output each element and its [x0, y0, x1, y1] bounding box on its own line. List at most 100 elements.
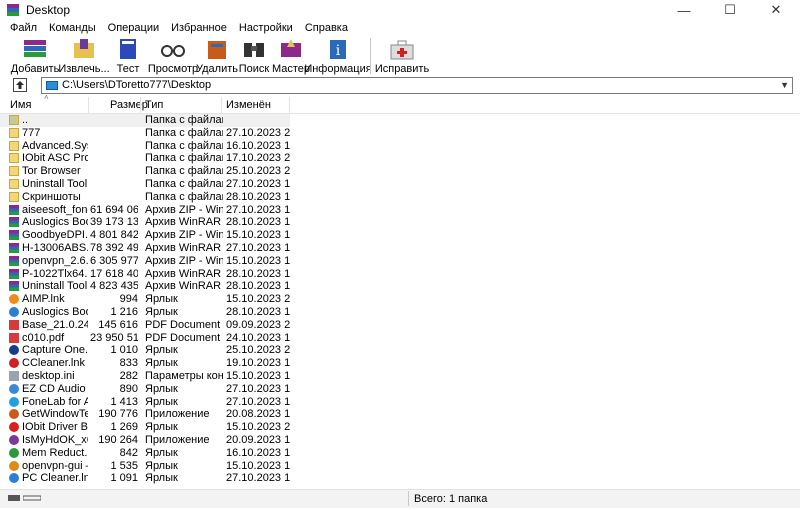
- file-type: Ярлык: [145, 472, 178, 485]
- file-size: 39 173 130: [90, 216, 138, 229]
- file-type: Параметры конф...: [145, 370, 223, 382]
- toolbar-label: Исправить: [374, 63, 430, 75]
- file-row[interactable]: FoneLab for An... 1 413 Ярлык 27.10.2023 19…: [0, 396, 290, 409]
- file-date: 28.10.2023 14:51: [226, 216, 290, 229]
- file-size: 1 413: [110, 395, 138, 408]
- file-date: 16.10.2023 11:21: [226, 139, 290, 152]
- toolbar-winrar-books-button[interactable]: Добавить: [0, 36, 60, 76]
- file-name: GoodbyeDPI.0.2....: [22, 229, 88, 242]
- file-row[interactable]: AIMP.lnk 994 Ярлык 15.10.2023 20:02: [0, 293, 290, 306]
- minimize-button[interactable]: —: [661, 0, 707, 20]
- file-row[interactable]: Uninstall Tool P... Папка с файлами27.10.…: [0, 178, 290, 191]
- file-row[interactable]: c010.pdf 23 950 518 PDF Document 24.10.2023…: [0, 332, 290, 345]
- file-row[interactable]: Capture One.lnk 1 010 Ярлык 25.10.2023 22:0…: [0, 344, 290, 357]
- column-size[interactable]: Размер: [110, 99, 148, 111]
- file-row[interactable]: Скриншоты Папка с файлами28.10.2023 17:19: [0, 191, 290, 204]
- menu-help[interactable]: Справка: [299, 20, 354, 36]
- file-size: 4 823 435: [90, 280, 138, 293]
- folder-icon: [9, 127, 19, 138]
- toolbar-info-button[interactable]: i Информация: [304, 36, 372, 76]
- rar-archive-icon: [9, 217, 19, 228]
- file-row[interactable]: 777 Папка с файлами27.10.2023 23:06: [0, 127, 290, 140]
- file-size: 1 535: [110, 459, 138, 472]
- file-row[interactable]: GoodbyeDPI.0.2....4 801 842 Архив ZIP - W…: [0, 229, 290, 242]
- driver-booster-icon: [9, 422, 19, 433]
- toolbar-repair-kit-button[interactable]: Исправить: [375, 36, 429, 76]
- file-row[interactable]: P-1022Tlx64.rar17 618 400 Архив WinRAR 28.…: [0, 268, 290, 281]
- close-button[interactable]: ✕: [753, 0, 799, 20]
- file-date: 09.09.2023 22:37: [226, 318, 290, 331]
- file-row[interactable]: desktop.ini 282 Параметры конф...15.10.202…: [0, 370, 290, 383]
- column-modified[interactable]: Изменён: [226, 99, 271, 111]
- toolbar-extract-folder-button[interactable]: Извлечь...: [58, 36, 110, 76]
- file-name: Auslogics Boost...: [22, 216, 88, 229]
- file-row[interactable]: openvpn-gui —... 1 535 Ярлык 15.10.2023 19:…: [0, 460, 290, 473]
- file-date: 15.10.2023 19:43: [226, 229, 290, 242]
- file-date: 20.09.2023 10:15: [226, 434, 290, 446]
- file-row[interactable]: Auslogics Boost... 1 216 Ярлык 28.10.2023 1…: [0, 306, 290, 319]
- file-row[interactable]: EZ CD Audio Co... 890 Ярлык 27.10.2023 12:1…: [0, 383, 290, 396]
- file-name: Base_21.0.24.pdf: [22, 318, 88, 331]
- file-type: Ярлык: [145, 357, 178, 370]
- file-type: Архив ZIP - WinRAR: [145, 203, 223, 216]
- toolbar-label: Удалить: [196, 63, 238, 75]
- toolbar-delete-book-button[interactable]: Удалить: [196, 36, 238, 76]
- file-row[interactable]: Mem Reduct.lnk 842 Ярлык 16.10.2023 10:11: [0, 447, 290, 460]
- file-row[interactable]: PC Cleaner.lnk 1 091 Ярлык 27.10.2023 12:30: [0, 472, 290, 485]
- file-row[interactable]: GetWindowText... 190 776 Приложение 20.08.2…: [0, 408, 290, 421]
- file-row[interactable]: H-13006ABS.rar78 392 499 Архив WinRAR 27.1…: [0, 242, 290, 255]
- file-row[interactable]: IObit Driver Boo... 1 269 Ярлык 15.10.2023 …: [0, 421, 290, 434]
- file-type: Папка с файлами: [145, 114, 223, 126]
- toolbar-label: Добавить: [10, 63, 60, 75]
- file-row[interactable]: aiseesoft_fonela...61 694 063 Архив ZIP -…: [0, 204, 290, 217]
- up-folder-button[interactable]: [13, 78, 27, 92]
- file-size: 23 950 518: [90, 331, 138, 344]
- address-field[interactable]: C:\Users\DToretto777\Desktop ▼: [41, 77, 793, 94]
- toolbar-find-binoculars-button[interactable]: Поиск: [236, 36, 272, 76]
- file-name: Capture One.lnk: [22, 344, 88, 357]
- menu-file[interactable]: Файл: [0, 20, 43, 36]
- toolbar-view-glasses-button[interactable]: Просмотр: [148, 36, 198, 76]
- file-name: IsMyHdOK_x64....: [22, 434, 88, 446]
- menu-settings[interactable]: Настройки: [233, 20, 299, 36]
- file-row[interactable]: Base_21.0.24.pdf 145 616 PDF Document 09.09…: [0, 319, 290, 332]
- menu-commands[interactable]: Команды: [43, 20, 102, 36]
- app-icon: [9, 435, 19, 445]
- file-size: 890: [119, 382, 138, 395]
- file-list[interactable]: ..Папка с файлами777Папка с файлами27.10…: [0, 114, 800, 485]
- file-row[interactable]: .. Папка с файлами: [0, 114, 290, 127]
- file-size: 61 694 063: [90, 203, 138, 216]
- file-size: 145 616: [98, 318, 138, 331]
- file-row[interactable]: CCleaner.lnk 833 Ярлык 19.10.2023 10:22: [0, 357, 290, 370]
- file-name: EZ CD Audio Co...: [22, 382, 88, 395]
- menu-favorites[interactable]: Избранное: [165, 20, 233, 36]
- file-size: 994: [119, 293, 138, 306]
- file-size: 833: [119, 357, 138, 370]
- column-name[interactable]: Имя: [10, 99, 31, 111]
- app-icon: [9, 409, 19, 420]
- file-row[interactable]: openvpn_2.6.6.zip6 305 977 Архив ZIP - Wi…: [0, 255, 290, 268]
- file-type: Архив ZIP - WinRAR: [145, 254, 223, 267]
- file-name: FoneLab for An...: [22, 395, 88, 408]
- file-size: 6 305 977: [90, 254, 138, 267]
- file-row[interactable]: Tor Browser Папка с файлами25.10.2023 23:…: [0, 165, 290, 178]
- maximize-button[interactable]: ☐: [707, 0, 753, 20]
- chevron-down-icon[interactable]: ▼: [780, 80, 789, 90]
- drive-status-icon: [8, 495, 20, 501]
- file-date: 25.10.2023 23:19: [226, 165, 290, 178]
- toolbar-test-book-button[interactable]: Тест: [108, 36, 148, 76]
- column-type[interactable]: Тип: [145, 99, 163, 111]
- file-row[interactable]: IObit ASC Pro 17... Папка с файлами17.10.…: [0, 152, 290, 165]
- file-type: Архив WinRAR: [145, 216, 222, 229]
- file-row[interactable]: Auslogics Boost...39 173 130 Архив WinRAR…: [0, 216, 290, 229]
- find-binoculars-icon: [244, 43, 264, 57]
- menu-operations[interactable]: Операции: [102, 20, 165, 36]
- file-date: 24.10.2023 13:03: [226, 331, 290, 344]
- file-row[interactable]: Uninstall Tool 3....4 823 435 Архив WinRA…: [0, 280, 290, 293]
- view-glasses-icon: [161, 45, 185, 57]
- file-date: 27.10.2023 19:09: [226, 242, 290, 254]
- file-row[interactable]: Advanced.Syste... Папка с файлами16.10.20…: [0, 140, 290, 153]
- status-text: Всего: 1 папка: [414, 493, 488, 505]
- file-row[interactable]: IsMyHdOK_x64.... 190 264 Приложение 20.09.2…: [0, 434, 290, 447]
- rar-archive-icon: [9, 281, 19, 292]
